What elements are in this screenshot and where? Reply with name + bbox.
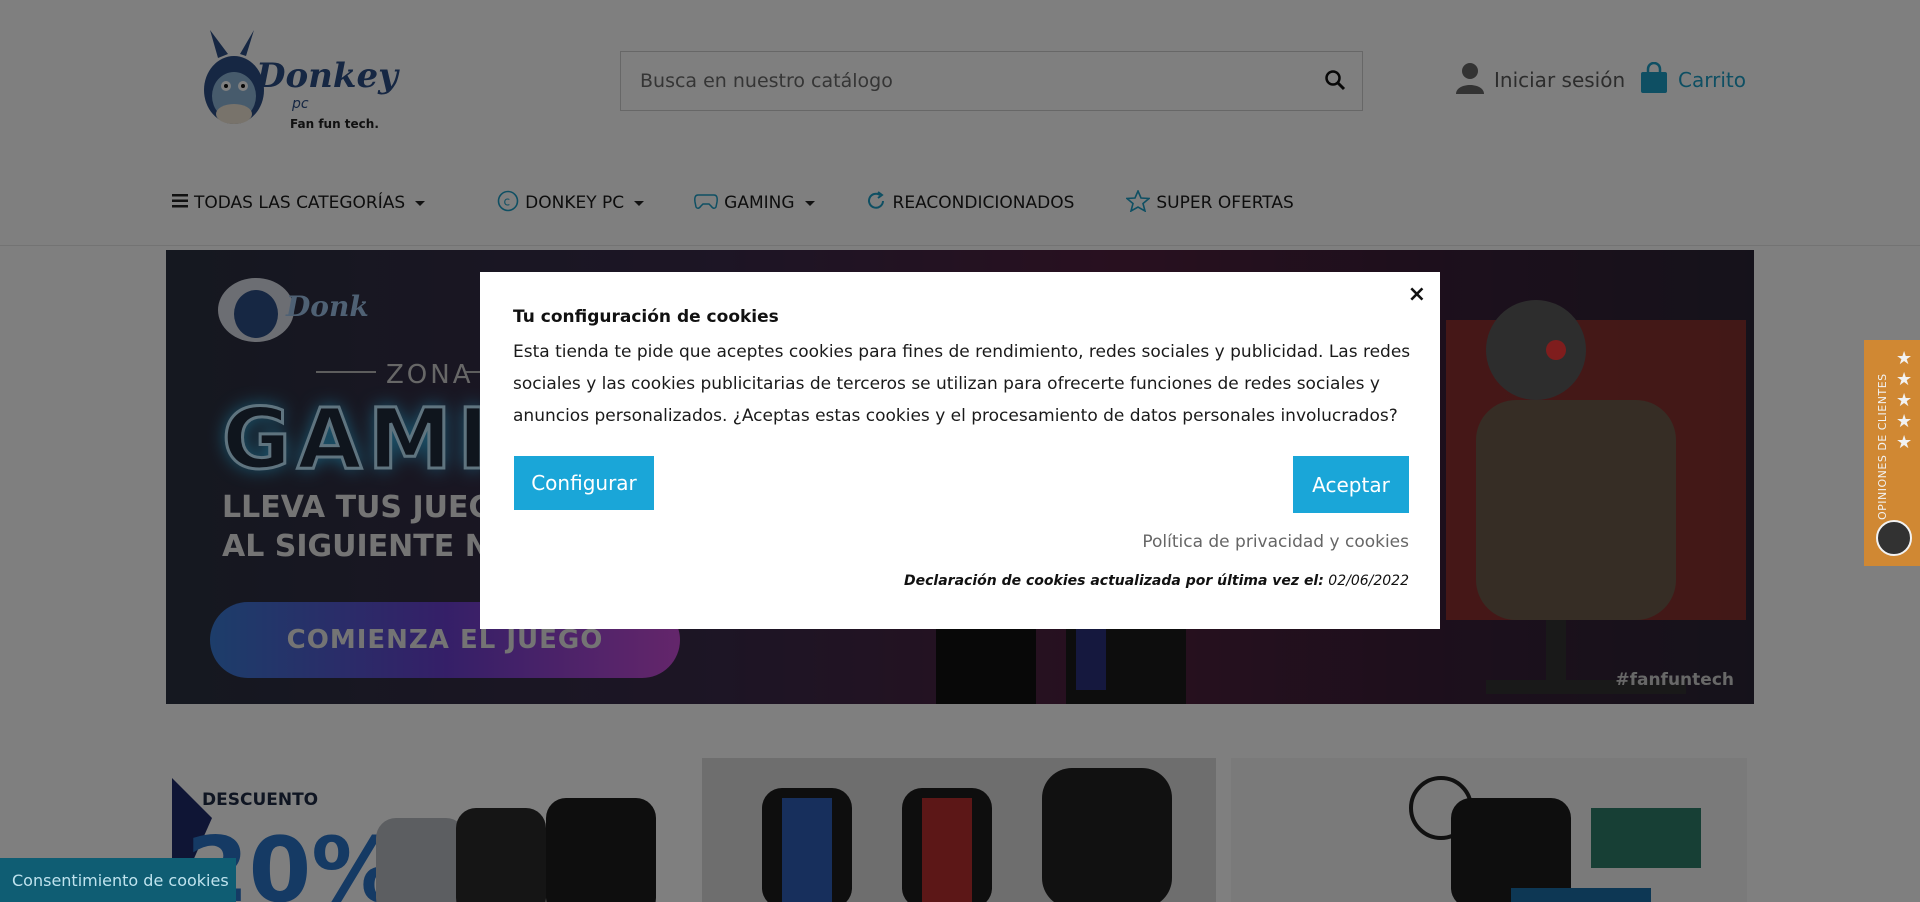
customer-reviews-badge[interactable]: OPINIONES DE CLIENTES ★ ★ ★ ★ ★ <box>1864 340 1920 566</box>
star-icon: ★ <box>1896 348 1913 369</box>
privacy-policy-link[interactable]: Política de privacidad y cookies <box>1142 532 1409 552</box>
reviews-badge-label: OPINIONES DE CLIENTES <box>1876 373 1889 520</box>
star-icon: ★ <box>1896 369 1913 390</box>
cookie-modal: × Tu configuración de cookies Esta tiend… <box>480 272 1440 629</box>
updated-label: Declaración de cookies actualizada por ú… <box>904 573 1324 589</box>
configure-button[interactable]: Configurar <box>514 456 654 510</box>
rating-stars: ★ ★ ★ ★ ★ <box>1896 350 1916 452</box>
close-icon[interactable]: × <box>1408 284 1426 306</box>
cookie-consent-tab[interactable]: Consentimiento de cookies <box>0 858 236 902</box>
review-seal-icon <box>1876 520 1912 556</box>
star-icon: ★ <box>1896 390 1913 411</box>
accept-button[interactable]: Aceptar <box>1293 456 1409 513</box>
cookie-modal-title: Tu configuración de cookies <box>513 307 779 327</box>
updated-date: 02/06/2022 <box>1328 573 1409 589</box>
cookie-modal-body: Esta tienda te pide que aceptes cookies … <box>513 342 1411 426</box>
star-icon: ★ <box>1896 411 1913 432</box>
star-icon: ★ <box>1896 432 1913 453</box>
cookie-declaration-updated: Declaración de cookies actualizada por ú… <box>904 573 1409 589</box>
